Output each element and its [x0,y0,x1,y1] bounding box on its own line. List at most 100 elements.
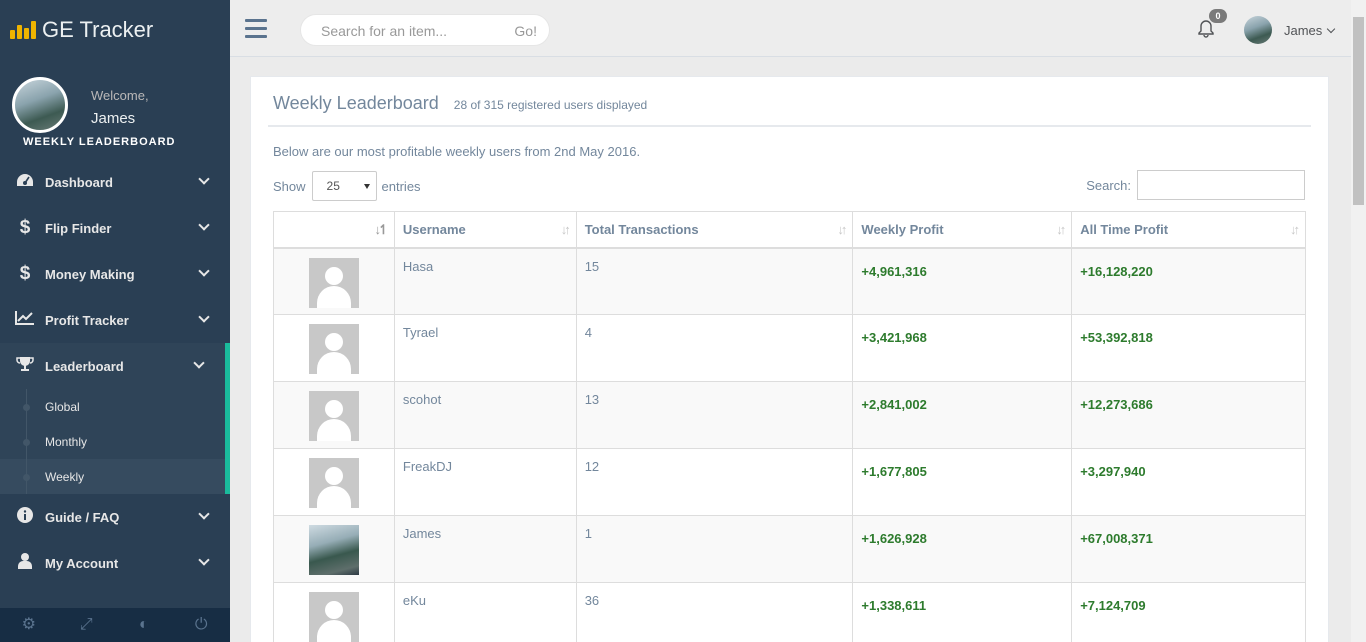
sort-asc-icon: ↓↿ [374,222,389,237]
column-header-transactions[interactable]: Total Transactions ↓↑ [575,211,854,249]
table-row: scohot 13 +2,841,002 +12,273,686 [273,381,1306,449]
column-header-username[interactable]: Username ↓↑ [393,211,577,249]
sidebar-item-dashboard[interactable]: Dashboard [0,159,230,205]
sidebar-item-leaderboard[interactable]: Leaderboard [0,343,230,389]
entries-length-control: Show 25 entries [273,171,421,201]
username-cell[interactable]: FreakDJ [393,448,577,516]
intro-text: Below are our most profitable weekly use… [273,144,641,159]
transactions-cell: 1 [575,515,854,583]
fullscreen-icon[interactable]: ⤢ [58,608,116,642]
welcome-text: Welcome, [91,88,149,103]
avatar [1244,16,1272,44]
weekly-profit-cell: +4,961,316 [852,247,1073,315]
column-header-rank[interactable]: ↓↿ [273,211,395,249]
column-header-weekly-profit[interactable]: Weekly Profit ↓↑ [852,211,1073,249]
sort-icon: ↓↑ [837,222,847,237]
weekly-profit-cell: +3,421,968 [852,314,1073,382]
power-icon[interactable]: ⏻ [173,608,231,642]
table-row: James 1 +1,626,928 +67,008,371 [273,515,1306,583]
leaderboard-table: ↓↿ Username ↓↑ Total Transactions ↓↑ Weekl… [273,211,1306,642]
table-row: Hasa 15 +4,961,316 +16,128,220 [273,247,1306,315]
user-menu[interactable]: James [1244,15,1336,45]
sidebar: GE Tracker Welcome, James WEEKLY LEADERB… [0,0,230,642]
brand[interactable]: GE Tracker [0,0,230,60]
sidebar-item-profit-tracker[interactable]: Profit Tracker [0,297,230,343]
default-avatar-icon [308,458,359,508]
sidebar-item-money-making[interactable]: $ Money Making [0,251,230,297]
chevron-down-icon [198,265,210,277]
avatar-cell [273,448,395,516]
divider [268,125,1311,127]
page-scrollbar[interactable] [1351,0,1366,642]
table-row: FreakDJ 12 +1,677,805 +3,297,940 [273,448,1306,516]
default-avatar-icon [308,257,359,308]
sidebar-item-label: Flip Finder [45,220,112,236]
table-row: Tyrael 4 +3,421,968 +53,392,818 [273,314,1306,382]
all-time-profit-cell: +16,128,220 [1071,247,1306,315]
username-cell[interactable]: Hasa [393,247,577,315]
username-cell[interactable]: scohot [393,381,577,449]
line-chart-icon [14,310,36,330]
dollar-icon: $ [19,263,31,284]
entries-label: entries [381,178,421,194]
weekly-profit-cell: +1,626,928 [852,515,1073,583]
transactions-cell: 4 [575,314,854,382]
notification-badge: 0 [1209,9,1227,23]
username-cell[interactable]: eKu [393,582,577,642]
gear-icon[interactable]: ⚙ [0,608,58,642]
bell-icon[interactable] [1198,20,1214,38]
sidebar-subitem-label: Monthly [45,434,88,449]
table-header-row: ↓↿ Username ↓↑ Total Transactions ↓↑ Weekl… [273,211,1306,249]
sidebar-subitem-monthly[interactable]: Monthly [0,424,225,459]
search-go-button[interactable]: Go! [514,23,537,39]
leaderboard-submenu: Global Monthly Weekly [0,389,230,494]
sidebar-item-label: Leaderboard [45,358,124,374]
sidebar-item-flip-finder[interactable]: $ Flip Finder [0,205,230,251]
transactions-cell: 12 [575,448,854,516]
sidebar-subitem-global[interactable]: Global [0,389,225,424]
username-cell[interactable]: James [393,515,577,583]
avatar-cell [273,582,395,642]
weekly-profit-cell: +1,338,611 [852,582,1073,642]
transactions-cell: 36 [575,582,854,642]
dropdown-arrow-icon [363,183,370,189]
sort-icon: ↓↑ [560,222,571,237]
all-time-profit-cell: +12,273,686 [1071,381,1306,449]
all-time-profit-cell: +7,124,709 [1071,582,1306,642]
avatar-cell [273,515,395,583]
sidebar-item-label: Guide / FAQ [45,509,120,525]
sidebar-footer: ⚙ ⤢ ◐ ⏻ [0,608,230,642]
avatar-cell [273,314,395,382]
column-header-all-time-profit[interactable]: All Time Profit ↓↑ [1071,211,1306,249]
weekly-profit-cell: +2,841,002 [852,381,1073,449]
avatar-cell [273,247,395,315]
info-icon [14,506,36,528]
scrollbar-thumb[interactable] [1353,17,1364,205]
table-search-input[interactable] [1137,170,1305,200]
page-title: Weekly Leaderboard [273,93,439,113]
sidebar-item-my-account[interactable]: My Account [0,540,230,586]
leaderboard-panel: Weekly Leaderboard 28 of 315 registered … [250,76,1329,642]
item-search-input[interactable] [321,21,501,41]
ge-tracker-logo-icon [10,21,36,39]
transactions-cell: 15 [575,247,854,315]
page-subtitle: 28 of 315 registered users displayed [453,98,648,112]
sidebar-subitem-weekly[interactable]: Weekly [0,459,225,494]
chevron-down-icon [198,508,210,520]
user-photo [308,525,359,575]
entries-select[interactable]: 25 [311,171,377,201]
eye-slash-icon[interactable]: ◐ [115,608,173,642]
avatar-cell [273,381,395,449]
sidebar-item-guide-faq[interactable]: Guide / FAQ [0,494,230,540]
profile-avatar [12,77,68,133]
menu-toggle-icon[interactable] [245,19,267,43]
username-cell[interactable]: Tyrael [393,314,577,382]
chevron-down-icon [198,219,210,231]
panel-header: Weekly Leaderboard 28 of 315 registered … [273,93,647,114]
entries-select-value: 25 [326,179,340,193]
top-nav: Go! 0 James [230,0,1351,57]
sidebar-item-label: Money Making [45,266,135,282]
table-row: eKu 36 +1,338,611 +7,124,709 [273,582,1306,642]
default-avatar-icon [308,324,359,374]
sidebar-item-label: Profit Tracker [45,312,129,328]
